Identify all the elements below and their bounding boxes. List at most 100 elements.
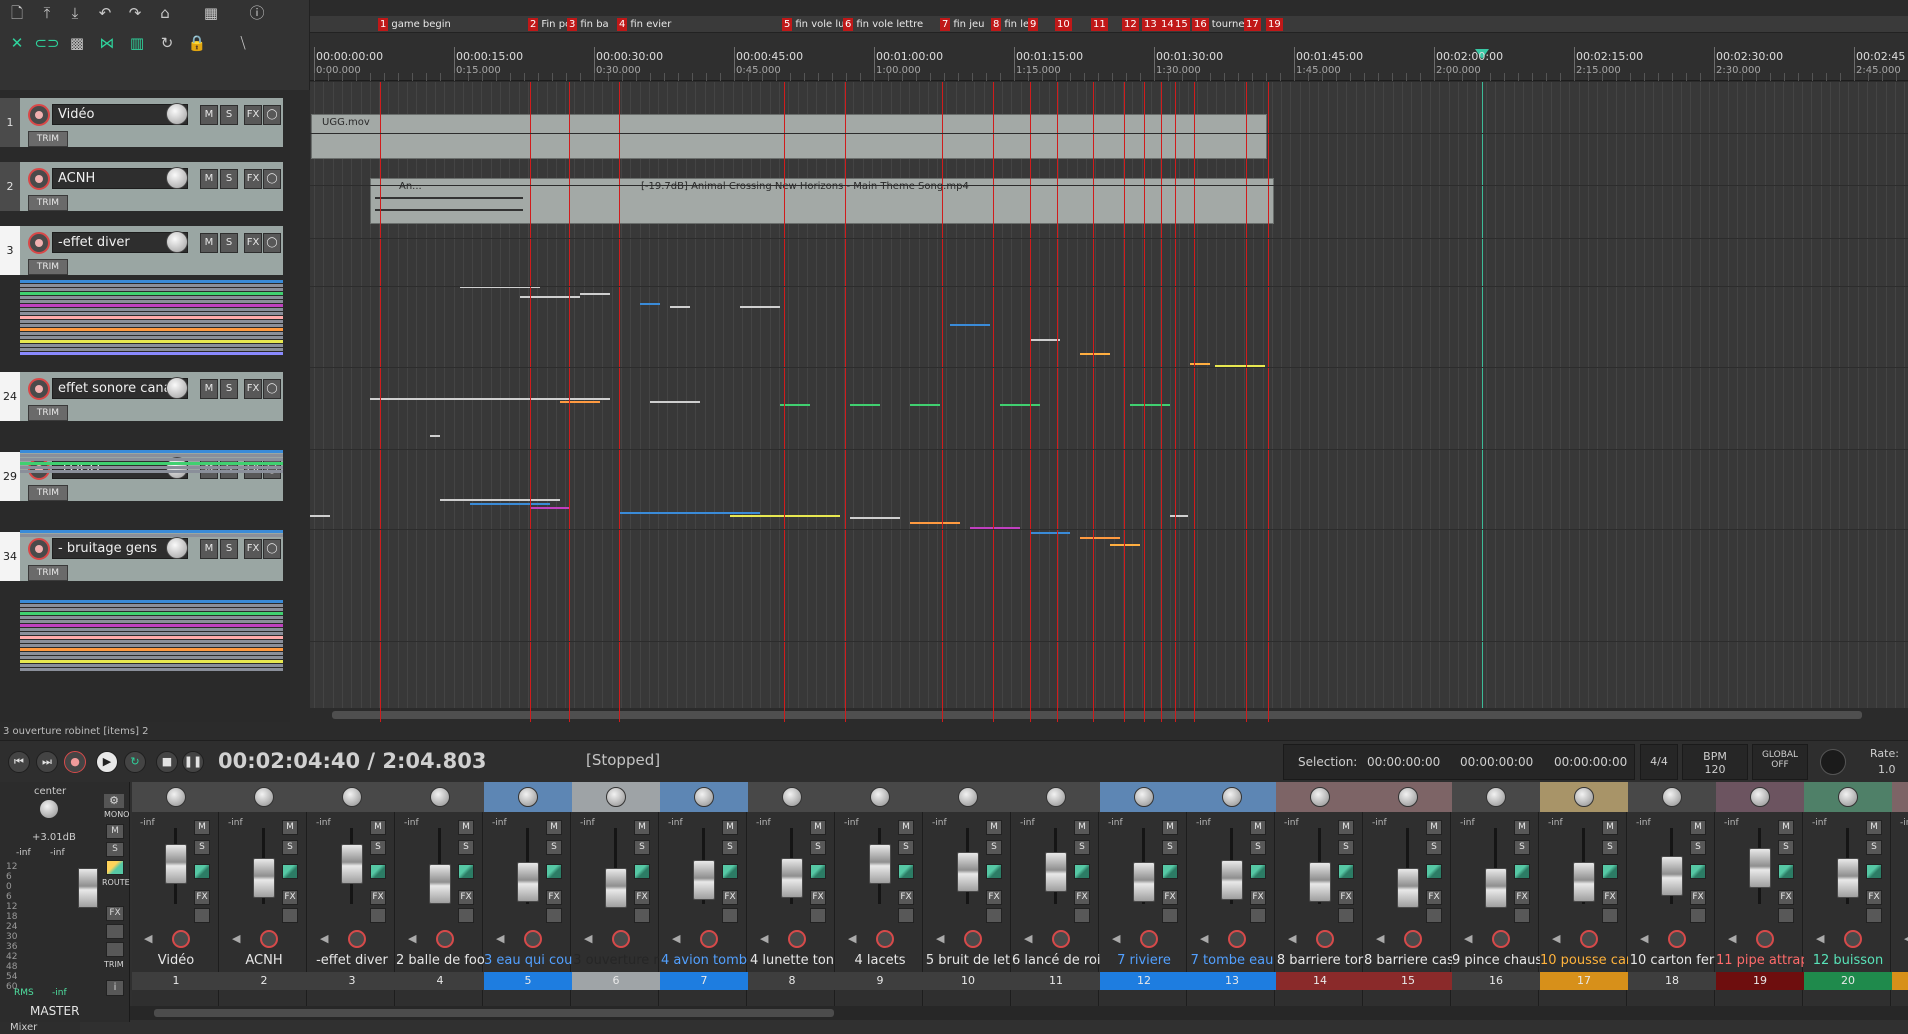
phase-icon[interactable]	[898, 864, 914, 879]
loop-icon[interactable]: ↻	[154, 32, 180, 54]
mixer-strip-18[interactable]: -inf M S FX ◀ 10 carton fer 18	[1628, 782, 1716, 1006]
phase-icon[interactable]	[1426, 864, 1442, 879]
fx-bypass-icon[interactable]	[1426, 908, 1442, 923]
phase-icon[interactable]	[1514, 864, 1530, 879]
fx-bypass-icon[interactable]	[1866, 908, 1882, 923]
horizontal-scrollbar[interactable]	[310, 708, 1908, 722]
fx-bypass-icon[interactable]	[634, 908, 650, 923]
strip-number[interactable]: 12	[1100, 972, 1188, 990]
fx-bypass-icon[interactable]	[1602, 908, 1618, 923]
trim-button[interactable]: TRIM	[28, 259, 68, 275]
mixer-strip-14[interactable]: -infMSFX◀14	[1892, 782, 1908, 1006]
marker-19[interactable]: 19	[1266, 16, 1286, 33]
phase-icon[interactable]	[986, 864, 1002, 879]
mixer-strip-14[interactable]: -inf M S FX ◀ 8 barriere tor 14	[1276, 782, 1364, 1006]
strip-number[interactable]: 16	[1452, 972, 1540, 990]
grid-icon[interactable]: ▦	[198, 2, 224, 24]
volume-fader[interactable]	[517, 862, 539, 902]
fx-bypass-icon[interactable]: ◯	[263, 169, 281, 189]
collapsed-child-tracks[interactable]	[20, 450, 283, 474]
mute-button[interactable]: M	[1250, 820, 1266, 835]
solo-button[interactable]: S	[194, 840, 210, 855]
solo-button[interactable]: S	[986, 840, 1002, 855]
record-arm-button[interactable]	[700, 930, 718, 948]
marker-15[interactable]: 15	[1173, 16, 1193, 33]
marker-2[interactable]: 2 Fin pc	[528, 16, 571, 33]
volume-fader[interactable]	[341, 844, 363, 884]
fx-bypass-icon[interactable]	[898, 908, 914, 923]
speaker-icon[interactable]: ◀	[760, 932, 768, 945]
speaker-icon[interactable]: ◀	[1376, 932, 1384, 945]
strip-number[interactable]: 18	[1628, 972, 1716, 990]
volume-fader[interactable]	[429, 864, 451, 904]
pan-knob[interactable]	[1134, 787, 1154, 807]
solo-button[interactable]: S	[1514, 840, 1530, 855]
volume-fader[interactable]	[1221, 860, 1243, 900]
fx-bypass-icon[interactable]: ◯	[263, 379, 281, 399]
volume-fader[interactable]	[165, 844, 187, 884]
fx-bypass-icon[interactable]	[282, 908, 298, 923]
pan-knob[interactable]	[1574, 787, 1594, 807]
master-fader[interactable]	[78, 868, 98, 908]
mute-button[interactable]: M	[200, 379, 218, 399]
marker-9[interactable]: 9	[1028, 16, 1041, 33]
record-arm-button[interactable]	[172, 930, 190, 948]
strip-name[interactable]: ACNH	[220, 950, 308, 972]
fx-bypass-icon[interactable]	[1162, 908, 1178, 923]
track-volume-knob[interactable]	[166, 537, 188, 559]
pan-knob[interactable]	[1046, 787, 1066, 807]
save-project-icon[interactable]: ⤓	[62, 2, 88, 24]
track-number[interactable]: 34	[0, 532, 20, 581]
fx-bypass-icon[interactable]	[194, 908, 210, 923]
solo-button[interactable]: S	[220, 105, 238, 125]
fx-button[interactable]: FX	[546, 890, 562, 905]
mute-button[interactable]: M	[986, 820, 1002, 835]
volume-fader[interactable]	[693, 860, 715, 900]
master-mute-button[interactable]: M	[106, 824, 124, 839]
volume-fader[interactable]	[781, 858, 803, 898]
global-automation[interactable]: GLOBAL OFF	[1752, 744, 1808, 780]
marker-1[interactable]: 1 game begin	[378, 16, 451, 33]
strip-number[interactable]: 6	[572, 972, 660, 990]
strip-name[interactable]: 7 tombe eau	[1188, 950, 1276, 972]
trim-button[interactable]: TRIM	[28, 485, 68, 501]
mute-button[interactable]: M	[1426, 820, 1442, 835]
mute-button[interactable]: M	[370, 820, 386, 835]
solo-button[interactable]: S	[458, 840, 474, 855]
marker-16[interactable]: 16 tourne	[1192, 16, 1245, 33]
fx-button[interactable]: FX	[1338, 890, 1354, 905]
volume-fader[interactable]	[1573, 862, 1595, 902]
phase-icon[interactable]	[458, 864, 474, 879]
strip-name[interactable]: 3 eau qui cou	[484, 950, 572, 972]
horizontal-scroll-thumb[interactable]	[332, 711, 1862, 719]
volume-fader[interactable]	[1749, 848, 1771, 888]
route-label[interactable]: ROUTE	[102, 878, 130, 887]
strip-name[interactable]: 9 pince chaus	[1452, 950, 1540, 972]
fx-button[interactable]: FX	[986, 890, 1002, 905]
mono-label[interactable]: MONO	[104, 810, 129, 819]
strip-name[interactable]: 8 barriere tor	[1276, 950, 1364, 972]
mute-button[interactable]: M	[634, 820, 650, 835]
phase-icon[interactable]	[370, 864, 386, 879]
selection-start[interactable]: 00:00:00:00	[1367, 755, 1440, 769]
track-number[interactable]: 2	[0, 162, 20, 211]
ripple-edit-icon[interactable]: ✕	[4, 32, 30, 54]
marker-3[interactable]: 3 fin ba	[567, 16, 609, 33]
strip-name[interactable]	[1892, 950, 1908, 972]
selection-end[interactable]: 00:00:00:00	[1460, 755, 1533, 769]
pan-knob[interactable]	[254, 787, 274, 807]
phase-icon[interactable]	[722, 864, 738, 879]
volume-fader[interactable]	[1045, 852, 1067, 892]
record-arm-button[interactable]	[1844, 930, 1862, 948]
phase-icon[interactable]	[810, 864, 826, 879]
phase-icon[interactable]	[1778, 864, 1794, 879]
record-arm-button[interactable]	[260, 930, 278, 948]
fx-button[interactable]: FX	[1426, 890, 1442, 905]
fx-button[interactable]: FX	[1162, 890, 1178, 905]
pan-knob[interactable]	[958, 787, 978, 807]
fx-button[interactable]: FX	[634, 890, 650, 905]
go-to-start-button[interactable]: ⏮	[8, 751, 30, 773]
record-arm-button[interactable]	[1228, 930, 1246, 948]
phase-icon[interactable]	[194, 864, 210, 879]
fx-button[interactable]: FX	[244, 233, 262, 253]
